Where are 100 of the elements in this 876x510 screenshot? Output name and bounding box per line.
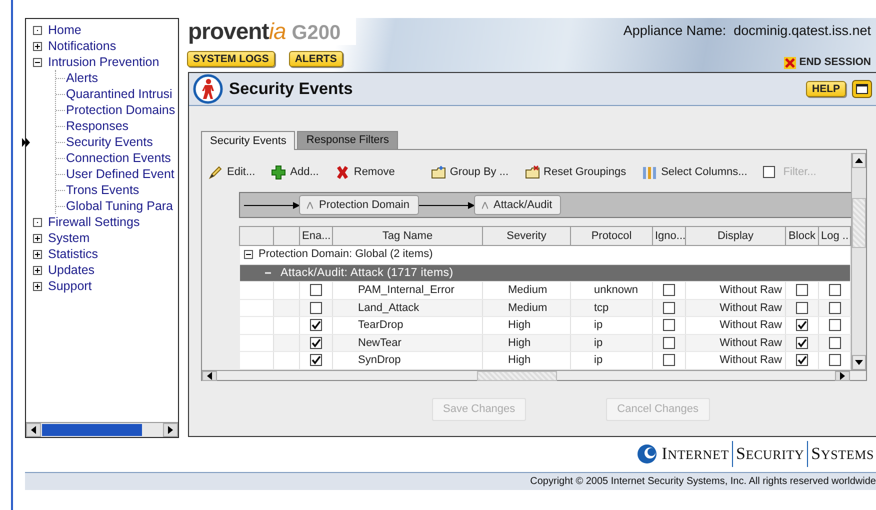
checkbox[interactable]: [310, 336, 322, 349]
column-header[interactable]: Protocol: [570, 226, 652, 246]
close-icon: [784, 56, 796, 69]
header-button[interactable]: SYSTEM LOGS: [187, 51, 275, 67]
expand-icon[interactable]: [33, 250, 42, 258]
sidebar-item[interactable]: Connection Events: [66, 150, 171, 166]
checkbox[interactable]: [796, 319, 808, 332]
group-row-label: Attack/Audit: Attack (1717 items): [280, 266, 454, 281]
expand-icon[interactable]: [33, 234, 42, 242]
sidebar-item[interactable]: Home: [48, 22, 82, 38]
checkbox[interactable]: [828, 302, 840, 314]
table-cell: ip: [594, 319, 603, 332]
column-header[interactable]: Block: [786, 226, 818, 246]
sidebar-item[interactable]: Statistics: [48, 246, 98, 262]
checkbox[interactable]: [663, 319, 675, 332]
checkbox[interactable]: [310, 284, 322, 296]
folder-icon: [430, 164, 446, 180]
checkbox[interactable]: [663, 354, 675, 366]
sidebar-item[interactable]: Global Tuning Para: [66, 198, 174, 214]
checkbox[interactable]: [828, 354, 840, 366]
column-header[interactable]: Tag Name: [332, 226, 482, 246]
scroll-thumb[interactable]: [852, 198, 866, 248]
sidebar-item[interactable]: Quarantined Intrusi: [66, 86, 172, 102]
scroll-left-icon[interactable]: [31, 426, 36, 434]
scroll-up-icon[interactable]: [855, 158, 863, 163]
column-header[interactable]: Log ..: [818, 226, 850, 246]
toolbar-button[interactable]: Edit...: [208, 164, 256, 180]
table-cell: ip: [594, 354, 603, 366]
sidebar-item[interactable]: Updates: [48, 262, 95, 278]
model-name: G200: [292, 21, 341, 46]
checkbox[interactable]: [828, 336, 840, 349]
grouping-chip[interactable]: Attack/Audit: [474, 195, 562, 215]
sidebar-item[interactable]: Support: [48, 278, 92, 294]
table-cell: ip: [594, 336, 603, 349]
checkbox[interactable]: [310, 354, 322, 366]
horizontal-scrollbar[interactable]: [26, 422, 178, 437]
table-cell: Without Raw: [720, 336, 782, 349]
sidebar-item[interactable]: User Defined Event: [66, 166, 174, 182]
current-page-icon: [22, 138, 30, 146]
sidebar-item[interactable]: Intrusion Prevention: [48, 54, 160, 70]
filter-field[interactable]: Filter...: [783, 164, 844, 180]
vertical-scrollbar[interactable]: [851, 153, 866, 370]
toolbar-button[interactable]: Group By ...: [430, 164, 509, 180]
sort-icon: [307, 202, 313, 208]
sidebar-item[interactable]: Alerts: [66, 70, 98, 86]
table-cell: Without Raw: [720, 302, 782, 314]
toolbar-button[interactable]: Add...: [271, 164, 319, 180]
sidebar-item[interactable]: Notifications: [48, 38, 116, 54]
checkbox[interactable]: [796, 336, 808, 349]
checkbox[interactable]: [663, 302, 675, 314]
checkbox[interactable]: [828, 319, 840, 332]
column-header[interactable]: Igno...: [652, 226, 686, 246]
column-header[interactable]: Ena...: [300, 226, 332, 246]
scroll-down-icon[interactable]: [855, 360, 863, 365]
scroll-thumb[interactable]: [42, 424, 142, 436]
checkbox[interactable]: [796, 302, 808, 314]
product-logo: proventia: [188, 18, 286, 45]
expand-icon[interactable]: [33, 282, 42, 290]
horizontal-scrollbar[interactable]: [202, 370, 866, 381]
checkbox[interactable]: [796, 354, 808, 366]
maximize-icon[interactable]: [852, 80, 872, 98]
end-session-button[interactable]: END SESSION: [784, 55, 871, 71]
grouping-chip[interactable]: Protection Domain: [299, 195, 418, 215]
node-icon[interactable]: [33, 218, 42, 226]
node-icon[interactable]: [33, 26, 42, 34]
scroll-left-icon[interactable]: [207, 372, 212, 380]
header-button[interactable]: ALERTS: [288, 51, 343, 67]
collapse-icon[interactable]: [244, 250, 252, 259]
scroll-thumb[interactable]: [477, 370, 557, 381]
checkbox[interactable]: [663, 336, 675, 349]
sidebar-item[interactable]: System: [48, 230, 90, 246]
checkbox[interactable]: [828, 284, 840, 296]
checkbox[interactable]: [310, 319, 322, 332]
toolbar-button[interactable]: Reset Groupings: [524, 164, 626, 180]
sidebar-item[interactable]: Security Events: [66, 134, 153, 150]
expand-icon[interactable]: [33, 266, 42, 274]
scroll-right-icon[interactable]: [168, 426, 173, 434]
sidebar-item[interactable]: Trons Events: [66, 182, 140, 198]
column-header[interactable]: Severity: [482, 226, 570, 246]
help-button[interactable]: HELP: [806, 81, 846, 97]
sidebar-item[interactable]: Firewall Settings: [48, 214, 140, 230]
checkbox[interactable]: [310, 302, 322, 314]
filter-checkbox[interactable]: [763, 166, 776, 178]
scroll-right-icon[interactable]: [840, 372, 845, 380]
table-cell: High: [508, 319, 531, 332]
table-cell: TearDrop: [358, 319, 404, 332]
tab[interactable]: Security Events: [201, 131, 296, 150]
toolbar-button[interactable]: Select Columns...: [642, 164, 748, 180]
person-icon: [193, 74, 223, 104]
checkbox[interactable]: [663, 284, 675, 296]
sidebar-item[interactable]: Protection Domains: [66, 102, 176, 118]
appliance-name: Appliance Name: docminig.qatest.iss.net: [623, 22, 871, 40]
collapse-icon[interactable]: [33, 58, 42, 66]
sidebar-item[interactable]: Responses: [66, 118, 129, 134]
toolbar-button[interactable]: Remove: [334, 164, 395, 180]
expand-icon[interactable]: [33, 42, 42, 50]
checkbox[interactable]: [796, 284, 808, 296]
tab[interactable]: Response Filters: [297, 131, 398, 149]
column-header[interactable]: Display: [686, 226, 786, 246]
copyright-text: Copyright © 2005 Internet Security Systems, Inc. All rights reserved worldwide: [25, 472, 876, 490]
